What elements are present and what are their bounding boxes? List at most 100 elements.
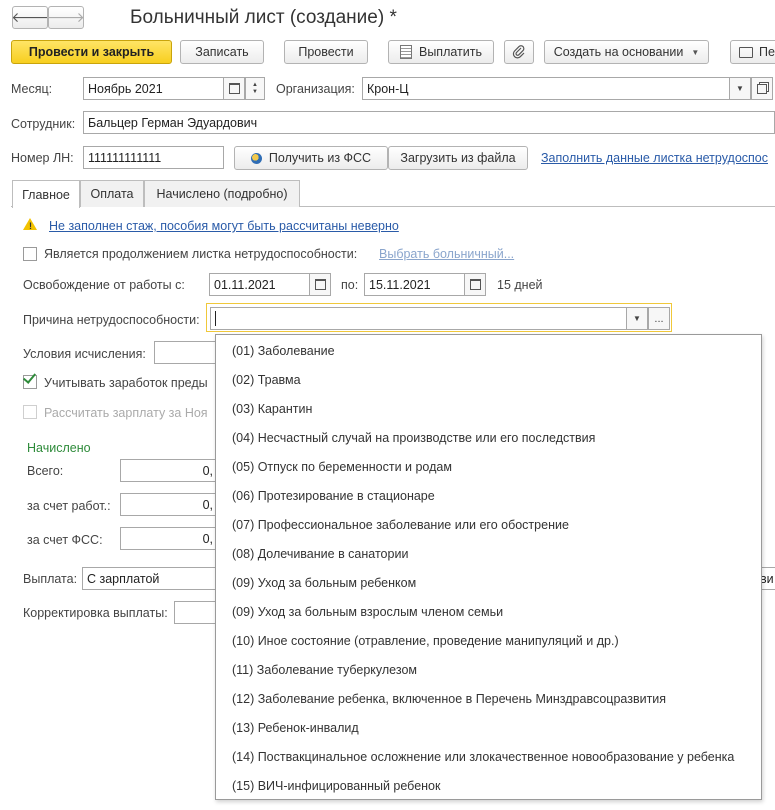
more-icon: ...	[654, 312, 664, 325]
fss-share-label: за счет ФСС:	[27, 533, 103, 547]
days-count: 15 дней	[497, 278, 543, 292]
warning-icon-mark: !	[29, 221, 32, 231]
total-label: Всего:	[27, 464, 64, 478]
list-item[interactable]: (09) Уход за больным ребенком	[216, 568, 761, 597]
date-to-calendar-button[interactable]	[464, 273, 486, 296]
month-stepper[interactable]: ▲ ▼	[245, 77, 265, 100]
forward-button[interactable]: 🡒	[48, 6, 84, 29]
document-icon	[399, 45, 412, 59]
print-button[interactable]: Пе	[730, 40, 775, 64]
attach-button[interactable]	[504, 40, 534, 64]
stepper-down-icon: ▼	[252, 88, 258, 95]
list-item[interactable]: (07) Профессиональное заболевание или ег…	[216, 510, 761, 539]
list-item[interactable]: (02) Травма	[216, 365, 761, 394]
employer-share-label: за счет работ.:	[27, 499, 111, 513]
get-from-fss-label: Получить из ФСС	[268, 151, 372, 165]
tab-payment[interactable]: Оплата	[80, 180, 144, 207]
calendar-icon	[469, 279, 481, 290]
get-from-fss-button[interactable]: Получить из ФСС	[234, 146, 388, 170]
fss-share-field: 0,	[120, 527, 218, 550]
calc-salary-label: Рассчитать зарплату за Ноя	[44, 406, 208, 420]
list-item[interactable]: (08) Долечивание в санатории	[216, 539, 761, 568]
continuation-checkbox[interactable]	[23, 247, 37, 261]
arrow-left-icon: 🡐	[12, 9, 48, 25]
ln-number-label: Номер ЛН:	[11, 151, 74, 165]
payment-correction-label: Корректировка выплаты:	[23, 606, 168, 620]
payment-right-text: ви	[760, 571, 774, 586]
pay-label: Выплатить	[418, 45, 482, 59]
list-item[interactable]: (01) Заболевание	[216, 336, 761, 365]
organization-open-button[interactable]	[751, 77, 773, 100]
tab-main[interactable]: Главное	[12, 180, 80, 208]
total-field: 0,	[120, 459, 218, 482]
employer-share-field: 0,	[120, 493, 218, 516]
list-item[interactable]: (13) Ребенок-инвалид	[216, 713, 761, 742]
load-from-file-button[interactable]: Загрузить из файла	[388, 146, 528, 170]
list-item[interactable]: (10) Иное состояние (отравление, проведе…	[216, 626, 761, 655]
back-button[interactable]: 🡐	[12, 6, 48, 29]
fss-icon	[250, 152, 262, 164]
tab-accrued-detail[interactable]: Начислено (подробно)	[144, 180, 300, 207]
list-item[interactable]: (09) Уход за больным взрослым членом сем…	[216, 597, 761, 626]
employee-field[interactable]: Бальцер Герман Эдуардович	[83, 111, 775, 134]
chevron-down-icon: ▼	[691, 47, 700, 57]
date-from-field[interactable]: 01.11.2021	[209, 273, 310, 296]
list-item[interactable]: (12) Заболевание ребенка, включенное в П…	[216, 684, 761, 713]
calendar-icon	[228, 83, 240, 94]
list-item[interactable]: (11) Заболевание туберкулезом	[216, 655, 761, 684]
open-form-icon	[757, 83, 767, 94]
list-item[interactable]: (04) Несчастный случай на производстве и…	[216, 423, 761, 452]
employee-label: Сотрудник:	[11, 117, 76, 131]
print-label: Пе	[759, 45, 775, 59]
choose-sick-leave-link[interactable]: Выбрать больничный...	[379, 247, 514, 261]
list-item[interactable]: (15) ВИЧ-инфицированный ребенок	[216, 771, 761, 800]
chevron-down-icon: ▼	[736, 84, 744, 93]
paperclip-icon	[512, 45, 525, 59]
fss-share-value: 0,	[202, 531, 213, 546]
list-item[interactable]: (03) Карантин	[216, 394, 761, 423]
reason-field[interactable]	[210, 307, 627, 330]
reason-dropdown-list[interactable]: (01) Заболевание (02) Травма (03) Карант…	[215, 334, 762, 800]
date-to-field[interactable]: 15.11.2021	[364, 273, 465, 296]
save-button[interactable]: Записать	[180, 40, 264, 64]
date-from-calendar-button[interactable]	[309, 273, 331, 296]
month-label: Месяц:	[11, 82, 53, 96]
consider-earnings-label: Учитывать заработок преды	[44, 376, 208, 390]
stepper-up-icon: ▲	[252, 81, 258, 88]
reason-label: Причина нетрудоспособности:	[23, 313, 200, 327]
post-button[interactable]: Провести	[284, 40, 368, 64]
list-item[interactable]: (14) Поствакцинальное осложнение или зло…	[216, 742, 761, 771]
calendar-icon	[314, 279, 326, 290]
organization-label: Организация:	[276, 82, 355, 96]
payment-label: Выплата:	[23, 572, 78, 586]
list-item[interactable]: (05) Отпуск по беременности и родам	[216, 452, 761, 481]
month-calendar-button[interactable]	[223, 77, 245, 100]
calc-conditions-label: Условия исчисления:	[23, 347, 146, 361]
organization-field[interactable]: Крон-Ц	[362, 77, 730, 100]
printer-icon	[739, 46, 753, 58]
employer-share-value: 0,	[202, 497, 213, 512]
calc-salary-checkbox	[23, 405, 37, 419]
list-item[interactable]: (06) Протезирование в стационаре	[216, 481, 761, 510]
continuation-label: Является продолжением листка нетрудоспос…	[44, 247, 358, 261]
text-cursor	[215, 311, 216, 326]
release-from-work-label: Освобождение от работы с:	[23, 278, 185, 292]
create-based-on-button[interactable]: Создать на основании ▼	[544, 40, 709, 64]
fill-data-link[interactable]: Заполнить данные листка нетрудоспос	[541, 151, 768, 165]
organization-dropdown-button[interactable]: ▼	[729, 77, 751, 100]
month-field[interactable]: Ноябрь 2021	[83, 77, 224, 100]
reason-dropdown-button[interactable]: ▼	[626, 307, 648, 330]
create-based-label: Создать на основании	[553, 45, 684, 59]
chevron-down-icon: ▼	[633, 314, 641, 323]
warning-link[interactable]: Не заполнен стаж, пособия могут быть рас…	[49, 219, 399, 233]
post-and-close-button[interactable]: Провести и закрыть	[11, 40, 172, 64]
calc-conditions-field[interactable]	[154, 341, 218, 364]
pay-button[interactable]: Выплатить	[388, 40, 494, 64]
reason-select-button[interactable]: ...	[648, 307, 670, 330]
accrued-header: Начислено	[27, 441, 91, 455]
to-label: по:	[341, 278, 359, 292]
ln-number-field[interactable]: 111111111111	[83, 146, 224, 169]
total-value: 0,	[202, 463, 213, 478]
window-title: Больничный лист (создание) *	[130, 7, 397, 28]
payment-field[interactable]: С зарплатой	[82, 567, 222, 590]
